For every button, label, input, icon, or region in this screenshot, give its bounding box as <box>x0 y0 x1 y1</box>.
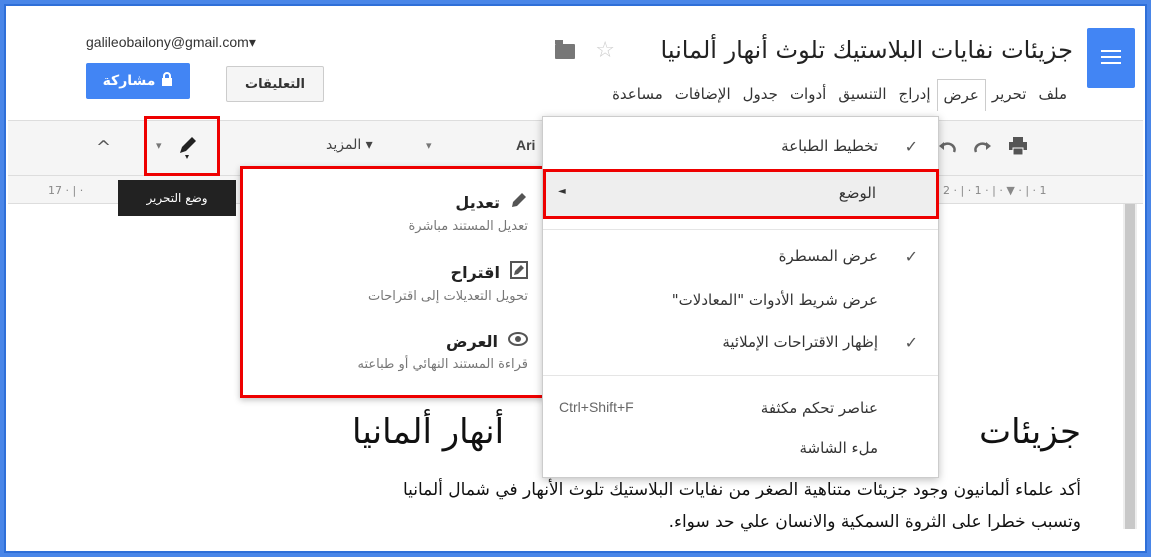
editing-mode-tooltip: وضع التحرير <box>118 180 236 216</box>
checkmark-icon: ✓ <box>904 333 918 352</box>
compact-controls-shortcut: Ctrl+Shift+F <box>559 399 634 415</box>
menu-item-spelling-suggestions[interactable]: إظهار الاقتراحات الإملائية <box>722 333 878 351</box>
mode-edit-desc: تعديل المستند مباشرة <box>408 219 528 234</box>
document-paragraph-line-1: أكد علماء ألمانيون وجود جزيئات متناهية ا… <box>402 480 1081 500</box>
lock-icon <box>161 72 173 90</box>
view-menu: ✓ تخطيط الطباعة الوضع ◄ ✓ عرض المسطرة عر… <box>542 116 939 478</box>
menu-view[interactable]: عرض <box>936 79 986 111</box>
mode-suggest-title: اقتراح <box>450 262 500 282</box>
ruler-right-marks: 2 · | · 1 · | · ▼ · | · 1 <box>943 184 1047 197</box>
mode-option-view[interactable]: العرض قراءة المستند النهائي أو طباعته <box>358 331 528 372</box>
document-paragraph-line-2: وتسبب خطرا على الثروة السمكية والانسان ع… <box>668 512 1081 532</box>
document-heading-start: جزيئات <box>979 412 1081 452</box>
share-label: مشاركة <box>102 73 156 89</box>
suggest-icon <box>510 261 528 283</box>
share-button[interactable]: مشاركة <box>86 63 190 99</box>
account-email[interactable]: galileobailony@gmail.com▾ <box>86 34 256 51</box>
mode-suggest-desc: تحويل التعديلات إلى اقتراحات <box>368 289 528 304</box>
pencil-icon <box>510 191 528 213</box>
menu-item-show-ruler[interactable]: عرض المسطرة <box>779 247 878 265</box>
star-icon[interactable]: ☆ <box>595 38 615 63</box>
mode-view-desc: قراءة المستند النهائي أو طباعته <box>357 357 528 372</box>
checkmark-icon: ✓ <box>904 137 918 156</box>
collapse-menus-icon[interactable]: ^ <box>96 137 111 158</box>
scrollbar[interactable] <box>1123 204 1137 529</box>
font-dropdown-arrow-icon[interactable]: ▾ <box>426 139 432 152</box>
mode-edit-title: تعديل <box>455 192 500 212</box>
modes-popup: تعديل تعديل المستند مباشرة اقتراح تحويل … <box>240 166 545 398</box>
folder-icon[interactable] <box>555 40 575 59</box>
menu-format[interactable]: التنسيق <box>832 79 892 111</box>
comments-button[interactable]: التعليقات <box>226 66 324 102</box>
more-dropdown[interactable]: المزيد ▾ <box>326 137 373 153</box>
menu-item-equation-toolbar[interactable]: عرض شريط الأدوات "المعادلات" <box>672 291 878 309</box>
menu-help[interactable]: مساعدة <box>606 79 669 111</box>
menu-insert[interactable]: إدراج <box>893 79 937 111</box>
mode-option-suggest[interactable]: اقتراح تحويل التعديلات إلى اقتراحات <box>368 261 528 304</box>
document-title[interactable]: جزيئات نفايات البلاستيك تلوث أنهار ألمان… <box>661 36 1073 64</box>
print-icon[interactable] <box>1008 137 1028 159</box>
ruler-left-marks: 17 · | · <box>48 184 84 197</box>
checkmark-icon: ✓ <box>904 247 918 266</box>
mode-option-edit[interactable]: تعديل تعديل المستند مباشرة <box>408 191 528 235</box>
scrollbar-thumb[interactable] <box>1125 204 1135 529</box>
eye-icon <box>508 331 528 351</box>
submenu-arrow-icon: ◄ <box>558 186 566 197</box>
docs-menu-icon[interactable] <box>1087 28 1135 88</box>
menu-table[interactable]: جدول <box>737 79 784 111</box>
menu-bar: ملف تحرير عرض إدراج التنسيق أدوات جدول ا… <box>606 79 1073 111</box>
menu-addons[interactable]: الإضافات <box>669 79 737 111</box>
menu-file[interactable]: ملف <box>1032 79 1073 111</box>
menu-item-compact-controls[interactable]: عناصر تحكم مكثفة <box>761 399 878 417</box>
menu-item-fullscreen[interactable]: ملء الشاشة <box>799 439 878 457</box>
document-heading-end: أنهار ألمانيا <box>352 412 505 452</box>
menu-item-print-layout[interactable]: تخطيط الطباعة <box>781 137 878 155</box>
mode-view-title: العرض <box>446 331 498 351</box>
menu-tools[interactable]: أدوات <box>784 79 832 111</box>
font-name-field[interactable]: Ari <box>516 137 535 153</box>
app-window: جزيئات نفايات البلاستيك تلوث أنهار ألمان… <box>4 4 1147 553</box>
menu-item-mode-label: الوضع <box>838 184 876 202</box>
mode-button-highlight <box>144 116 220 176</box>
redo-icon[interactable] <box>974 139 992 158</box>
menu-item-mode[interactable]: الوضع ◄ <box>543 169 939 219</box>
menu-edit[interactable]: تحرير <box>986 79 1033 111</box>
undo-icon[interactable] <box>938 139 956 158</box>
